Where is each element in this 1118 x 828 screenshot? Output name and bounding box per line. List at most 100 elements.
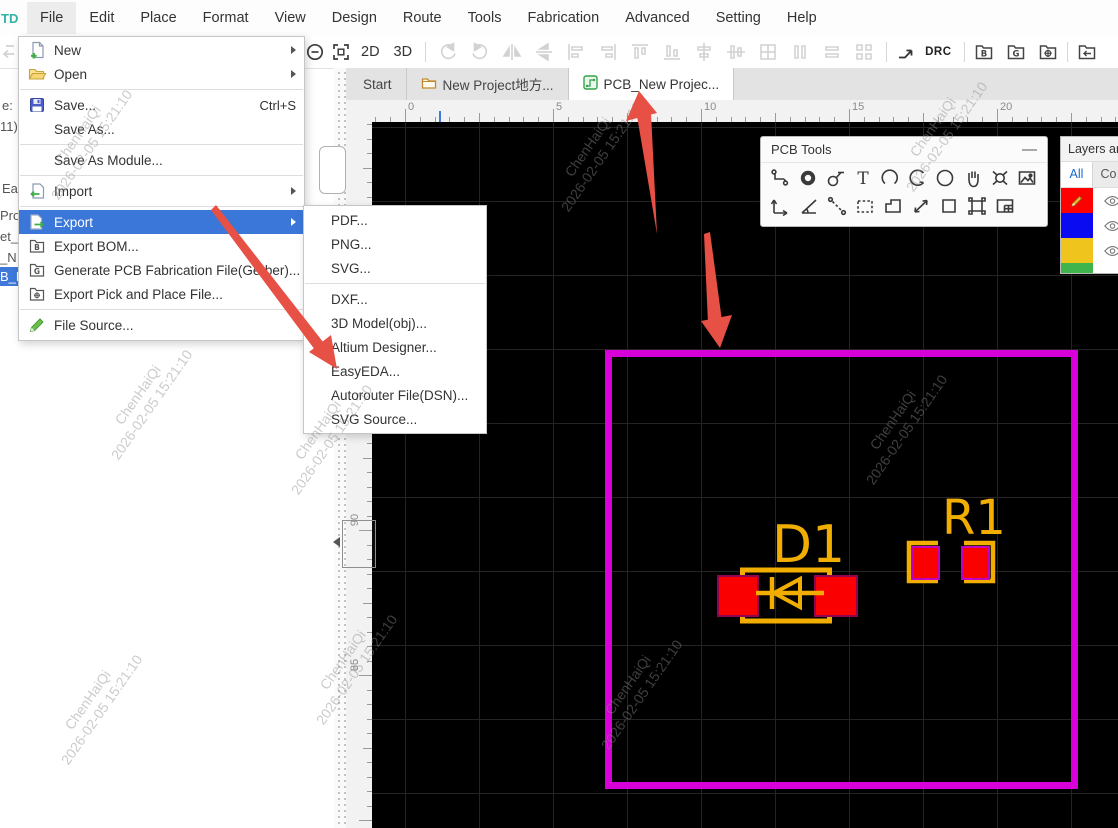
pcb-tools-titlebar[interactable]: PCB Tools — <box>761 137 1047 163</box>
pad-r1-1[interactable] <box>912 547 939 579</box>
menu-setting[interactable]: Setting <box>703 2 774 34</box>
export-autorouter-item[interactable]: Autorouter File(DSN)... <box>304 383 486 407</box>
top-layer-eye-icon[interactable] <box>1093 188 1118 213</box>
drag-tool-icon[interactable] <box>959 164 986 191</box>
file-dropdown-menu: New Open Save... Ctrl+S Save As... Save … <box>18 36 305 341</box>
layer-row-top-silk[interactable] <box>1061 238 1118 263</box>
track-tool-icon[interactable] <box>767 164 794 191</box>
distribute-grid-icon <box>851 40 877 64</box>
top-silk-layer-eye-icon[interactable] <box>1093 238 1118 263</box>
file-menu-item-save-as-module[interactable]: Save As Module... <box>19 148 304 172</box>
menu-design[interactable]: Design <box>319 2 390 34</box>
menu-view[interactable]: View <box>262 2 319 34</box>
menu-fabrication[interactable]: Fabrication <box>514 2 612 34</box>
file-menu-item-gerber[interactable]: G Generate PCB Fabrication File(Gerber).… <box>19 258 304 282</box>
solder-mask-tool-icon[interactable] <box>851 192 879 219</box>
circle-tool-icon[interactable] <box>931 164 958 191</box>
zoom-out-icon[interactable] <box>302 40 328 64</box>
zoom-to-fit-icon[interactable] <box>328 40 354 64</box>
export-png-item[interactable]: PNG... <box>304 232 486 256</box>
view-3d-button[interactable]: 3D <box>387 44 420 60</box>
bottom-silk-layer-eye-icon[interactable] <box>1093 263 1118 274</box>
bottom-silk-layer-swatch[interactable] <box>1061 263 1093 274</box>
import-changes-icon[interactable] <box>1074 40 1100 64</box>
file-menu-item-file-source[interactable]: File Source... <box>19 313 304 337</box>
align-columns-icon <box>755 40 781 64</box>
menu-file[interactable]: File <box>27 2 76 34</box>
pickplace-file-icon <box>27 285 46 303</box>
export-pdf-item[interactable]: PDF... <box>304 208 486 232</box>
file-menu-item-export[interactable]: Export <box>19 210 304 234</box>
top-layer-swatch[interactable] <box>1061 188 1093 213</box>
layers-tab-all[interactable]: All <box>1061 162 1092 187</box>
solid-region-tool-icon[interactable] <box>879 192 907 219</box>
auto-measure-tool-icon[interactable] <box>907 192 935 219</box>
file-menu-item-new[interactable]: New <box>19 38 304 62</box>
menu-place[interactable]: Place <box>127 2 189 34</box>
dimension-tool-icon[interactable] <box>767 192 795 219</box>
protractor-tool-icon[interactable] <box>795 192 823 219</box>
file-menu-item-export-bom[interactable]: B Export BOM... <box>19 234 304 258</box>
export-3d-model-item[interactable]: 3D Model(obj)... <box>304 311 486 335</box>
pad-tool-icon[interactable] <box>794 164 821 191</box>
panel-text-fragment: et_ <box>0 229 18 244</box>
layer-row-top[interactable] <box>1061 188 1118 213</box>
bottom-layer-swatch[interactable] <box>1061 213 1093 238</box>
pcb-tools-palette: PCB Tools — T <box>760 136 1048 227</box>
drc-check-button[interactable]: DRC <box>919 46 957 58</box>
arc-any-angle-tool-icon[interactable] <box>904 164 931 191</box>
menu-edit[interactable]: Edit <box>76 2 127 34</box>
file-menu-item-save[interactable]: Save... Ctrl+S <box>19 93 304 117</box>
splitter-collapse-handle[interactable] <box>342 520 376 568</box>
image-tool-icon[interactable] <box>1014 164 1041 191</box>
route-track-icon[interactable] <box>893 40 919 64</box>
align-bottom-icon <box>659 40 685 64</box>
tab-pcb-document[interactable]: PCB_New Projec... <box>569 68 735 100</box>
gerber-file-icon[interactable]: G <box>1003 40 1029 64</box>
hole-tool-icon[interactable] <box>935 192 963 219</box>
menu-format[interactable]: Format <box>190 2 262 34</box>
export-bom-file-icon[interactable]: B <box>971 40 997 64</box>
file-menu-item-import[interactable]: Import <box>19 179 304 203</box>
component-d1[interactable]: D1 <box>718 515 857 621</box>
canvas-attributes-tool-icon[interactable] <box>986 164 1013 191</box>
menu-divider <box>305 283 485 284</box>
menu-divider <box>20 309 303 310</box>
view-2d-button[interactable]: 2D <box>354 44 387 60</box>
menu-tools[interactable]: Tools <box>455 2 515 34</box>
bottom-layer-eye-icon[interactable] <box>1093 213 1118 238</box>
layer-row-bottom[interactable] <box>1061 213 1118 238</box>
menu-help[interactable]: Help <box>774 2 830 34</box>
pad-d1-2[interactable] <box>815 576 857 616</box>
menu-advanced[interactable]: Advanced <box>612 2 703 34</box>
text-tool-icon[interactable]: T <box>849 164 876 191</box>
tab-new-project[interactable]: New Project地方... <box>407 68 569 100</box>
via-tool-icon[interactable] <box>822 164 849 191</box>
export-svg-source-item[interactable]: SVG Source... <box>304 407 486 431</box>
pad-d1-1[interactable] <box>718 576 758 616</box>
layer-row-bottom-silk[interactable] <box>1061 263 1118 274</box>
minimize-icon[interactable]: — <box>1022 145 1037 155</box>
measure-tool-icon[interactable] <box>823 192 851 219</box>
pick-and-place-file-icon[interactable] <box>1035 40 1061 64</box>
export-easyeda-item[interactable]: EasyEDA... <box>304 359 486 383</box>
arc-tool-icon[interactable] <box>877 164 904 191</box>
tab-start[interactable]: Start <box>349 68 407 100</box>
export-svg-item[interactable]: SVG... <box>304 256 486 280</box>
panel-text-fragment: Ea <box>2 181 18 196</box>
file-menu-item-save-as[interactable]: Save As... <box>19 117 304 141</box>
menu-route[interactable]: Route <box>390 2 455 34</box>
top-silk-layer-swatch[interactable] <box>1061 238 1093 263</box>
export-altium-item[interactable]: Altium Designer... <box>304 335 486 359</box>
open-folder-icon <box>27 65 46 83</box>
layers-tab-components[interactable]: Co <box>1092 162 1118 187</box>
file-menu-item-pick-place[interactable]: Export Pick and Place File... <box>19 282 304 306</box>
align-top-icon <box>627 40 653 64</box>
export-dxf-item[interactable]: DXF... <box>304 287 486 311</box>
diode-symbol <box>756 577 824 609</box>
component-r1[interactable]: R1 <box>909 490 1006 581</box>
footprint-handles-tool-icon[interactable] <box>963 192 991 219</box>
file-menu-item-open[interactable]: Open <box>19 62 304 86</box>
panelize-tool-icon[interactable] <box>991 192 1019 219</box>
pad-r1-2[interactable] <box>962 547 989 579</box>
